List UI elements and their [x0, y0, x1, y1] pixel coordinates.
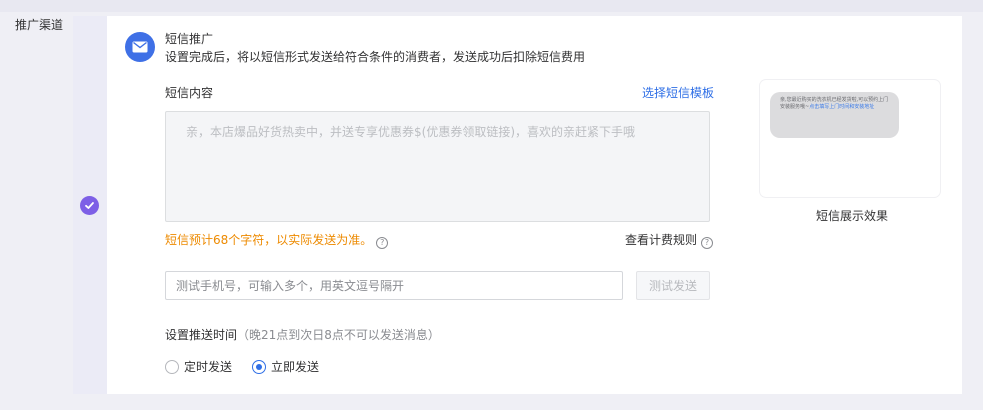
- section-description: 设置完成后，将以短信形式发送给符合条件的消费者，发送成功后扣除短信费用: [165, 50, 586, 64]
- billing-rules-text[interactable]: 查看计费规则: [625, 233, 697, 247]
- char-count-note: 短信预计68个字符，以实际发送为准。?: [165, 231, 389, 249]
- push-time-label: 设置推送时间（晚21点到次日8点不可以发送消息）: [165, 326, 440, 343]
- bubble-link: 点击填写上门时间和安装地址: [809, 103, 875, 110]
- push-time-options: 定时发送 立即发送: [165, 358, 339, 375]
- push-time-hint: （晚21点到次日8点不可以发送消息）: [237, 328, 440, 342]
- channel-label: 推广渠道: [15, 18, 64, 32]
- check-circle-icon[interactable]: [80, 196, 99, 215]
- char-count-text: 短信预计68个字符，以实际发送为准。: [165, 233, 373, 247]
- question-circle-icon[interactable]: ?: [701, 237, 714, 249]
- billing-rules-link[interactable]: 查看计费规则?: [625, 231, 714, 249]
- select-template-link[interactable]: 选择短信模板: [642, 84, 714, 101]
- sms-content-label: 短信内容: [165, 86, 214, 100]
- scheduled-send-label[interactable]: 定时发送: [184, 358, 232, 375]
- bottom-strip: [73, 394, 963, 410]
- test-phone-input[interactable]: [165, 271, 623, 300]
- radio-unchecked[interactable]: [165, 359, 179, 374]
- section-title: 短信推广: [165, 32, 214, 46]
- sms-preview-bubble: 亲,您最近购买的洗衣机已经发货啦,可以预约上门安装服务哦~点击填写上门时间和安装…: [770, 92, 899, 138]
- test-send-button[interactable]: 测试发送: [636, 271, 710, 300]
- question-circle-icon[interactable]: ?: [376, 237, 389, 249]
- scheduled-send-option[interactable]: 定时发送: [165, 358, 232, 375]
- envelope-icon: [125, 32, 155, 62]
- radio-checked[interactable]: [252, 359, 267, 374]
- sms-content-textarea[interactable]: 亲，本店爆品好货热卖中，并送专享优惠券$(优惠券领取链接)，喜欢的亲赶紧下手哦: [165, 111, 710, 222]
- push-time-title: 设置推送时间: [165, 328, 238, 342]
- preview-caption: 短信展示效果: [816, 209, 889, 223]
- top-strip: [0, 0, 983, 12]
- instant-send-option[interactable]: 立即发送: [252, 358, 319, 375]
- instant-send-label[interactable]: 立即发送: [271, 358, 319, 375]
